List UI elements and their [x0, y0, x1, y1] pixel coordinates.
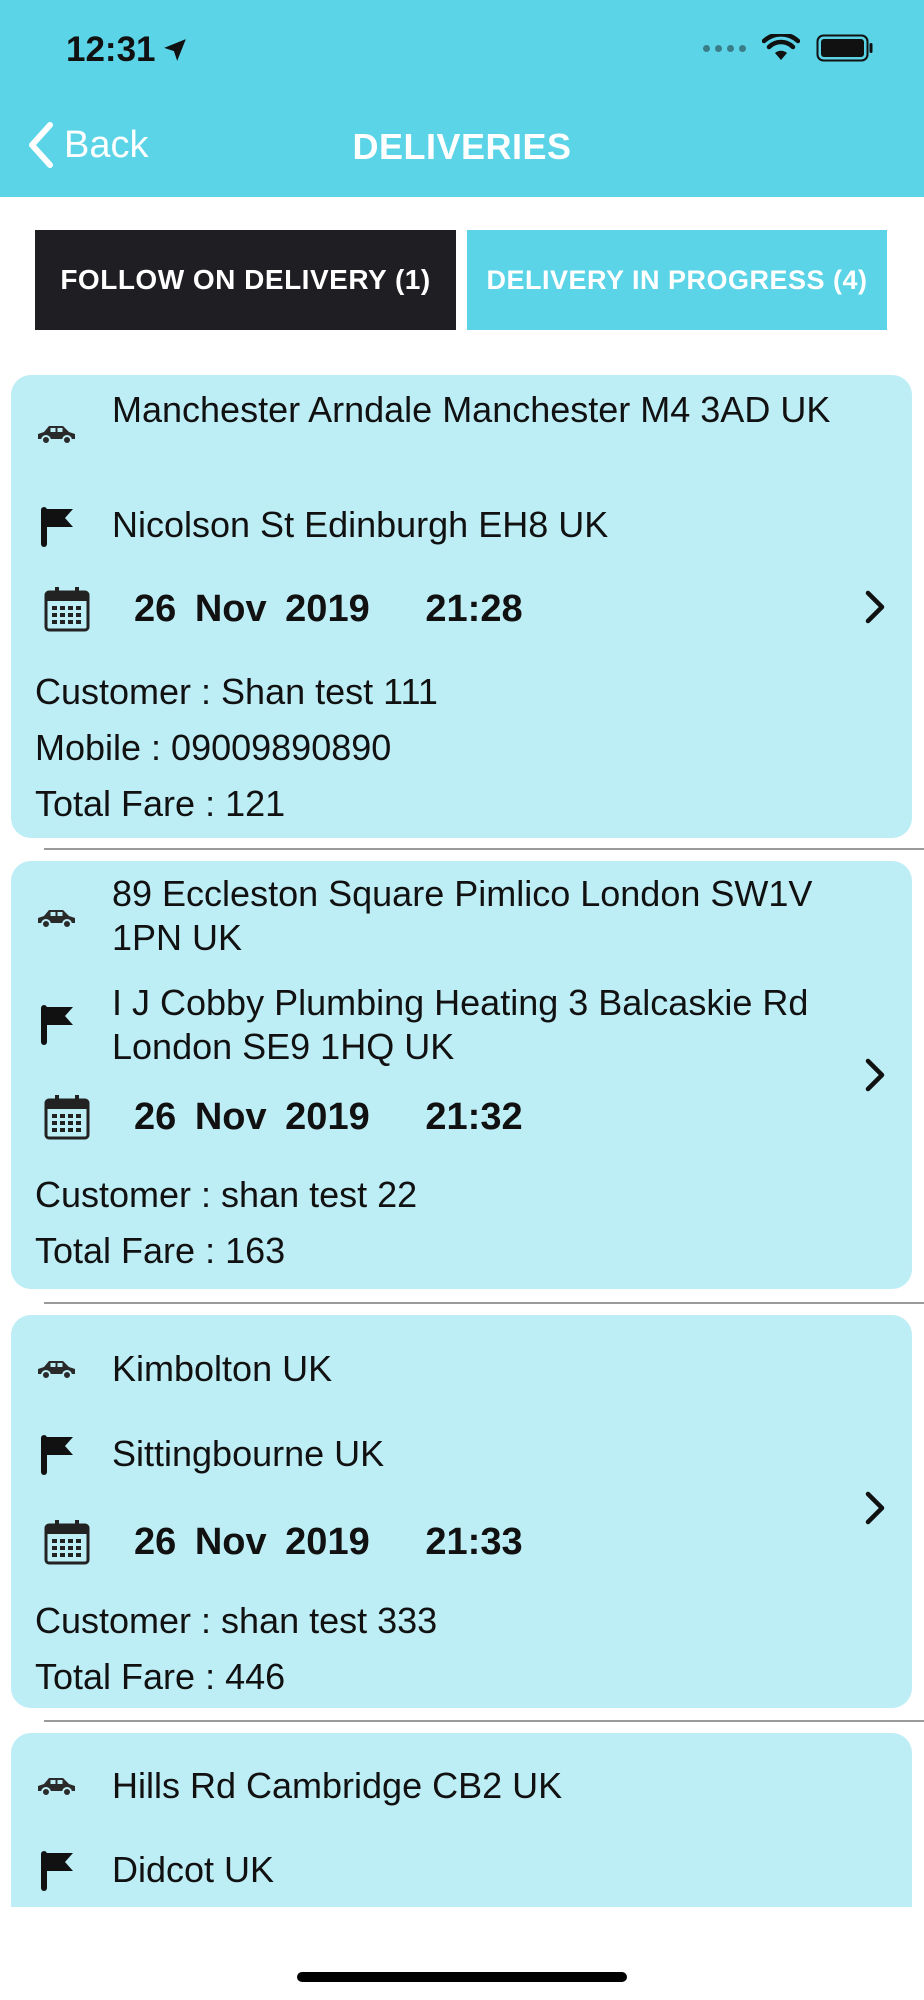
- status-time-text: 12:31: [66, 30, 156, 69]
- delivery-datetime: 26 Nov 2019 21:33: [134, 1520, 874, 1564]
- location-arrow-icon: [163, 39, 186, 61]
- customer-name: Customer : shan test 333: [35, 1600, 438, 1641]
- tab-delivery-in-progress[interactable]: DELIVERY IN PROGRESS (4): [467, 230, 887, 330]
- wifi-icon: [762, 34, 800, 60]
- delivery-card[interactable]: 89 Eccleston Square Pimlico London SW1V …: [11, 861, 912, 1289]
- customer-mobile: Mobile : 09009890890: [35, 727, 392, 768]
- flag-icon: [41, 507, 73, 547]
- dropoff-address: I J Cobby Plumbing Heating 3 Balcaskie R…: [112, 982, 809, 1067]
- status-time: 12:31: [66, 30, 188, 70]
- chevron-right-icon[interactable]: [862, 587, 888, 627]
- delivery-time: 21:28: [425, 588, 523, 630]
- pickup-address: 89 Eccleston Square Pimlico London SW1V …: [112, 873, 813, 958]
- chevron-right-icon[interactable]: [862, 1055, 888, 1095]
- divider: [44, 1720, 924, 1722]
- dropoff-address: Sittingbourne UK: [112, 1433, 385, 1474]
- chevron-right-icon[interactable]: [862, 1488, 888, 1528]
- pickup-address: Kimbolton UK: [112, 1348, 333, 1389]
- total-fare: Total Fare : 163: [35, 1230, 286, 1271]
- home-indicator[interactable]: [297, 1972, 627, 1982]
- dropoff-address: Didcot UK: [112, 1849, 275, 1890]
- customer-name: Customer : shan test 22: [35, 1174, 418, 1215]
- flag-icon: [41, 1435, 73, 1475]
- tab-follow-on-delivery[interactable]: FOLLOW ON DELIVERY (1): [35, 230, 456, 330]
- total-fare: Total Fare : 121: [35, 783, 286, 824]
- flag-icon: [41, 1851, 73, 1891]
- delivery-date: 26 Nov 2019: [134, 1096, 370, 1138]
- customer-info: Customer : Shan test 111 Mobile : 090098…: [35, 664, 438, 832]
- customer-info: Customer : shan test 333 Total Fare : 44…: [35, 1593, 437, 1705]
- battery-icon: [816, 34, 873, 62]
- delivery-date: 26 Nov 2019: [134, 588, 370, 630]
- car-icon: [38, 426, 75, 445]
- delivery-datetime: 26 Nov 2019 21:32: [134, 1095, 874, 1139]
- total-fare: Total Fare : 446: [35, 1656, 286, 1697]
- pickup-address: Hills Rd Cambridge CB2 UK: [112, 1765, 563, 1806]
- car-icon: [38, 910, 75, 929]
- delivery-list: Manchester Arndale Manchester M4 3AD UK …: [0, 375, 924, 1907]
- delivery-datetime: 26 Nov 2019 21:28: [134, 587, 874, 631]
- page-title: DELIVERIES: [352, 126, 572, 167]
- calendar-icon: [44, 587, 90, 632]
- navigation-header: 12:31 Back DELIVERIES: [0, 0, 924, 197]
- flag-icon: [41, 1005, 73, 1045]
- dropoff-address: Nicolson St Edinburgh EH8 UK: [112, 504, 609, 545]
- segment-tabs: FOLLOW ON DELIVERY (1) DELIVERY IN PROGR…: [35, 230, 887, 330]
- car-icon: [38, 1778, 75, 1797]
- divider: [44, 848, 924, 850]
- customer-info: Customer : shan test 22 Total Fare : 163: [35, 1167, 417, 1279]
- delivery-card[interactable]: Kimbolton UK Sittingbourne UK 26 Nov 201…: [11, 1315, 912, 1708]
- signal-icon: [703, 44, 746, 52]
- delivery-time: 21:33: [425, 1521, 523, 1563]
- pickup-address: Manchester Arndale Manchester M4 3AD UK: [112, 389, 831, 430]
- calendar-icon: [44, 1520, 90, 1565]
- calendar-icon: [44, 1095, 90, 1140]
- customer-name: Customer : Shan test 111: [35, 671, 438, 712]
- status-icons: [703, 34, 874, 62]
- divider: [44, 1302, 924, 1304]
- car-icon: [38, 1361, 75, 1380]
- delivery-card[interactable]: Manchester Arndale Manchester M4 3AD UK …: [11, 375, 912, 838]
- delivery-card[interactable]: Hills Rd Cambridge CB2 UK Didcot UK: [11, 1733, 912, 1907]
- delivery-date: 26 Nov 2019: [134, 1521, 370, 1563]
- delivery-time: 21:32: [425, 1096, 523, 1138]
